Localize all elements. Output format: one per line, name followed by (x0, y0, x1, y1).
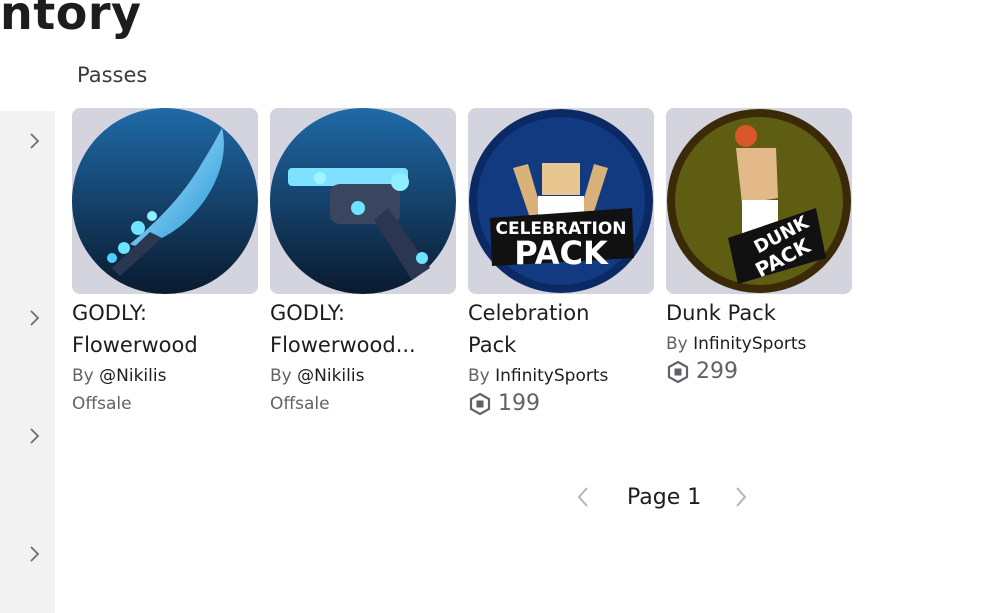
item-name[interactable]: Celebration Pack (468, 297, 654, 361)
item-card[interactable]: CELEBRATION PACK Celebration Pack By Inf… (468, 108, 654, 419)
chevron-right-icon[interactable] (28, 132, 42, 150)
item-status: Offsale (72, 394, 132, 414)
pagination: Page 1 (575, 478, 749, 516)
dunk-pack-image: DUNK PACK (667, 109, 851, 293)
chevron-right-icon[interactable] (28, 545, 42, 563)
chevron-right-icon[interactable] (28, 309, 42, 327)
item-name[interactable]: GODLY: Flowerwood (72, 297, 258, 361)
thumb-text: PACK (514, 234, 609, 272)
item-thumbnail[interactable] (270, 108, 456, 294)
item-creator: By @Nikilis (270, 366, 365, 386)
item-creator: By @Nikilis (72, 366, 167, 386)
item-card[interactable]: GODLY: Flowerwood... By @Nikilis Offsale (270, 108, 456, 419)
chevron-right-icon[interactable] (28, 427, 42, 445)
item-price: 199 (468, 389, 654, 419)
inventory-page: ntory Passes GODLY: Flowerwood By @Nikil… (0, 0, 1000, 613)
creator-link[interactable]: @Nikilis (99, 366, 166, 386)
item-status: Offsale (270, 394, 330, 414)
revolver-image (270, 108, 456, 294)
knife-image (72, 108, 258, 294)
item-thumbnail[interactable]: CELEBRATION PACK (468, 108, 654, 294)
section-label: Passes (77, 63, 148, 87)
item-creator: By InfinitySports (468, 366, 609, 386)
creator-link[interactable]: @Nikilis (297, 366, 364, 386)
item-thumbnail[interactable]: DUNK PACK (666, 108, 852, 294)
item-name[interactable]: GODLY: Flowerwood... (270, 297, 456, 361)
creator-link[interactable]: InfinitySports (693, 334, 806, 354)
item-thumbnail[interactable] (72, 108, 258, 294)
chevron-left-icon[interactable] (575, 485, 593, 509)
celebration-pack-image: CELEBRATION PACK (469, 109, 653, 293)
item-card[interactable]: GODLY: Flowerwood By @Nikilis Offsale (72, 108, 258, 419)
creator-link[interactable]: InfinitySports (495, 366, 608, 386)
page-label: Page 1 (627, 484, 702, 510)
item-name[interactable]: Dunk Pack (666, 297, 852, 329)
robux-icon (469, 392, 491, 416)
item-card[interactable]: DUNK PACK Dunk Pack By InfinitySports 29… (666, 108, 852, 387)
category-sidebar (0, 111, 55, 613)
chevron-right-icon[interactable] (731, 485, 749, 509)
page-title: ntory (0, 0, 142, 40)
robux-icon (667, 360, 689, 384)
item-price: 299 (666, 357, 852, 387)
item-creator: By InfinitySports (666, 334, 807, 354)
